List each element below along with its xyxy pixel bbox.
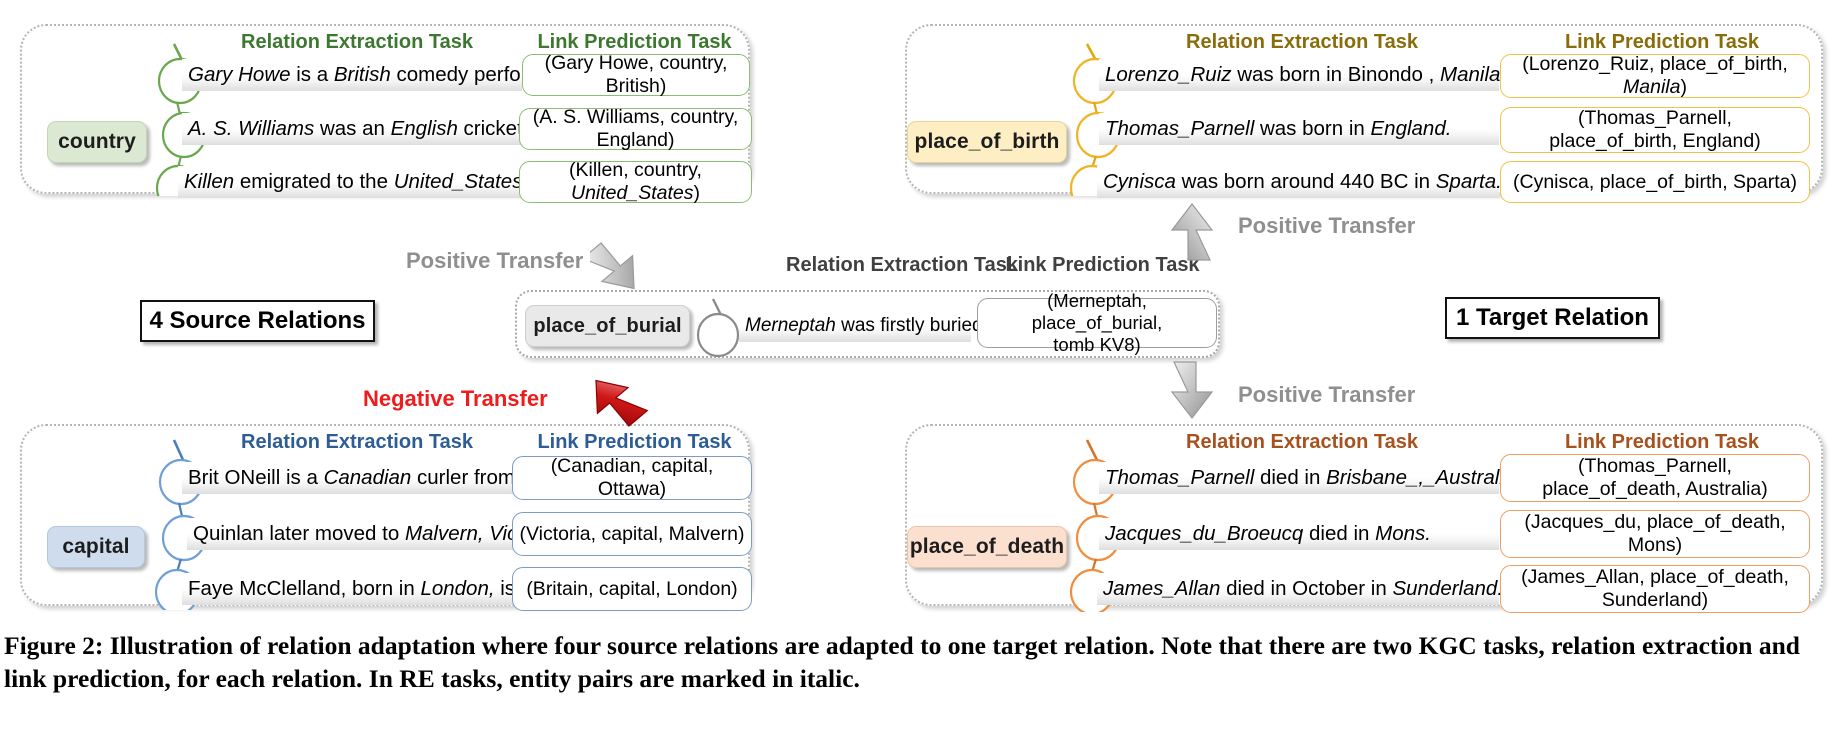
heading-lp-country: Link Prediction Task bbox=[537, 31, 732, 53]
triple-box: (Thomas_Parnell, place_of_birth, England) bbox=[1500, 107, 1810, 153]
sentence-row: Thomas_Parnell was born in England. bbox=[1099, 113, 1499, 145]
triple-box: (Cynisca, place_of_birth, Sparta) bbox=[1500, 161, 1810, 203]
sentence-row: Merneptah was firstly buried in tomb KV8… bbox=[739, 310, 1097, 342]
triple-box: (Gary Howe, country, British) bbox=[522, 52, 750, 97]
triple-box: (Thomas_Parnell, place_of_death, Australi… bbox=[1500, 454, 1810, 502]
negative-transfer-arrow bbox=[595, 379, 649, 427]
relation-label: place_of_death bbox=[909, 535, 1065, 558]
triple-box: (A. S. Williams, country, England) bbox=[519, 106, 752, 151]
sentence-row: Cynisca was born around 440 BC in Sparta… bbox=[1097, 166, 1502, 198]
heading-lp-place-of-birth: Link Prediction Task bbox=[1564, 31, 1760, 53]
panel-country: country Relation Extraction Task Link Pr… bbox=[20, 24, 752, 204]
triple-box: (Merneptah, place_of_burial, tomb KV8) bbox=[977, 290, 1217, 355]
triple-box: (Victoria, capital, Malvern) bbox=[512, 512, 752, 556]
triple-box: (Lorenzo_Ruiz, place_of_birth, Manila) bbox=[1500, 53, 1810, 98]
triple-box: (Killen, country, United_States) bbox=[519, 159, 752, 204]
sentence-row: Jacques_du_Broeucq died in Mons. bbox=[1099, 518, 1499, 550]
relation-label: place_of_burial bbox=[533, 314, 682, 337]
source-relations-box: 4 Source Relations bbox=[140, 300, 375, 342]
figure-canvas: country Relation Extraction Task Link Pr… bbox=[0, 0, 1837, 731]
triple-box: (James_Allan, place_of_death, Sunderland) bbox=[1500, 565, 1810, 613]
triple-box: (Britain, capital, London) bbox=[512, 567, 752, 611]
positive-transfer-label-top-right: Positive Transfer bbox=[1238, 213, 1416, 238]
negative-transfer-label: Negative Transfer bbox=[363, 386, 548, 411]
heading-re-capital: Relation Extraction Task bbox=[241, 431, 473, 453]
sentence-row: A. S. Williams was an English cricketer. bbox=[182, 113, 546, 145]
figure-caption: Figure 2: Illustration of relation adapt… bbox=[4, 631, 1800, 694]
relation-label: place_of_birth bbox=[914, 130, 1060, 153]
target-relation-box: 1 Target Relation bbox=[1445, 297, 1660, 339]
sentence-row: Faye McClelland, born in London, is Brit… bbox=[182, 573, 583, 605]
sentence-row: Thomas_Parnell died in Brisbane_,_Austra… bbox=[1099, 462, 1521, 494]
panel-place-of-birth: place_of_birth Relation Extraction Task … bbox=[905, 24, 1823, 203]
positive-transfer-arrow-bottom-right bbox=[1170, 361, 1214, 419]
sentence-row: Lorenzo_Ruiz was born in Binondo , Manil… bbox=[1099, 59, 1506, 91]
heading-lp-place-of-death: Link Prediction Task bbox=[1564, 431, 1760, 453]
source-relations-label: 4 Source Relations bbox=[149, 307, 366, 334]
positive-transfer-arrow-top-left bbox=[590, 242, 635, 290]
panel-capital: capital Relation Extraction Task Link Pr… bbox=[20, 424, 752, 611]
triple-box: (Canadian, capital, Ottawa) bbox=[512, 455, 752, 500]
sentence-row: Quinlan later moved to Malvern, Victoria… bbox=[187, 518, 563, 550]
heading-re-country: Relation Extraction Task bbox=[241, 31, 473, 53]
positive-transfer-label-bottom-right: Positive Transfer bbox=[1238, 382, 1416, 407]
relation-pill-capital: capital bbox=[47, 526, 145, 568]
target-relation-label: 1 Target Relation bbox=[1456, 304, 1649, 331]
relation-pill-country: country bbox=[47, 121, 147, 163]
relation-pill-place-of-burial: place_of_burial bbox=[525, 305, 690, 347]
relation-pill-place-of-birth: place_of_birth bbox=[907, 121, 1067, 163]
node-chain-place-of-burial bbox=[696, 298, 740, 358]
triple-box: (Jacques_du, place_of_death, Mons) bbox=[1500, 510, 1810, 558]
sentence-row: Killen emigrated to the United_States in… bbox=[178, 166, 601, 198]
sentence-row: James_Allan died in October in Sunderlan… bbox=[1097, 573, 1503, 605]
panel-place-of-death: place_of_death Relation Extraction Task … bbox=[905, 424, 1823, 613]
heading-re-place-of-birth: Relation Extraction Task bbox=[1186, 31, 1418, 53]
sentence-row: Brit ONeill is a Canadian curler from Ot… bbox=[182, 462, 591, 494]
relation-label: country bbox=[58, 130, 136, 153]
relation-pill-place-of-death: place_of_death bbox=[907, 526, 1067, 568]
sentence-row: Gary Howe is a British comedy performer. bbox=[182, 59, 567, 91]
positive-transfer-label-top-left: Positive Transfer bbox=[406, 248, 584, 273]
heading-re-place-of-death: Relation Extraction Task bbox=[1186, 431, 1418, 453]
relation-label: capital bbox=[62, 535, 130, 558]
positive-transfer-arrow-top-right bbox=[1170, 203, 1214, 261]
